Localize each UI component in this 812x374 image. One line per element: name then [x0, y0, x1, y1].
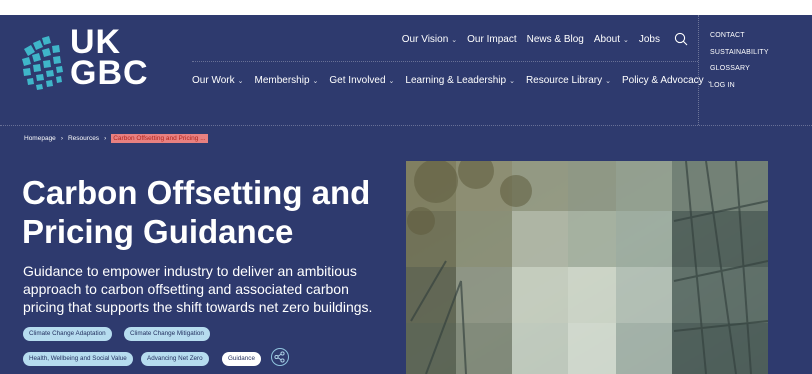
hero-image — [406, 161, 768, 374]
nav-label: Our Vision — [401, 33, 449, 45]
nav-jobs[interactable]: Jobs — [639, 34, 660, 45]
breadcrumb-homepage[interactable]: Homepage — [24, 135, 56, 142]
site-page: UK GBC Our Vision ⌄ Our Impact News & Blo… — [0, 15, 812, 374]
top-nav: Our Vision ⌄ Our Impact News & Blog About… — [402, 32, 688, 46]
breadcrumb: Homepage › Resources › Carbon Offsetting… — [24, 134, 208, 143]
page-title: Carbon Offsetting and Pricing Guidance — [22, 174, 371, 250]
logo-text: UK GBC — [70, 25, 149, 92]
chevron-right-icon: › — [104, 135, 107, 142]
chevron-right-icon: › — [60, 135, 63, 142]
main-nav: Our Work ⌄ Membership ⌄ Get Involved ⌄ Lear… — [192, 75, 713, 86]
chevron-down-icon: ⌄ — [451, 36, 458, 44]
nav-our-work[interactable]: Our Work ⌄ — [192, 75, 243, 86]
chevron-down-icon: ⌄ — [237, 78, 244, 85]
nav-label: Resource Library — [525, 75, 603, 86]
nav-label: About — [593, 33, 620, 45]
breadcrumb-current: Carbon Offsetting and Pricing ... — [111, 134, 208, 143]
nav-learning-leadership[interactable]: Learning & Leadership ⌄ — [405, 75, 515, 86]
ukgbc-logo[interactable]: UK GBC — [22, 25, 162, 97]
header-vertical-divider — [698, 15, 699, 125]
page-lead: Guidance to empower industry to deliver … — [23, 263, 373, 315]
chevron-down-icon: ⌄ — [312, 78, 319, 85]
tag-health-wellbeing[interactable]: Health, Wellbeing and Social Value — [23, 352, 133, 366]
nav-resource-library[interactable]: Resource Library ⌄ — [526, 75, 611, 86]
share-icon — [274, 351, 285, 363]
nav-membership[interactable]: Membership ⌄ — [254, 75, 318, 86]
nav-label: Learning & Leadership — [405, 75, 507, 86]
nav-label: Policy & Advocacy — [621, 75, 704, 86]
nav-label: Get Involved — [329, 75, 386, 86]
logo-mark-icon — [22, 36, 63, 90]
chevron-down-icon: ⌄ — [623, 36, 629, 44]
breadcrumb-resources[interactable]: Resources — [68, 135, 99, 142]
nav-about[interactable]: About ⌄ — [594, 34, 629, 45]
link-log-in[interactable]: LOG IN — [710, 78, 769, 95]
tag-climate-change-mitigation[interactable]: Climate Change Mitigation — [124, 327, 210, 341]
nav-news-blog[interactable]: News & Blog — [527, 34, 584, 45]
nav-our-vision[interactable]: Our Vision ⌄ — [402, 34, 457, 45]
nav-our-impact[interactable]: Our Impact — [467, 34, 516, 45]
share-button[interactable] — [271, 348, 289, 366]
tag-advancing-net-zero[interactable]: Advancing Net Zero — [141, 352, 209, 366]
chevron-down-icon: ⌄ — [605, 78, 611, 85]
nav-divider — [192, 61, 698, 62]
nav-label: Membership — [254, 75, 310, 86]
search-icon[interactable] — [674, 32, 688, 46]
logo-line-gbc: GBC — [70, 54, 149, 92]
nav-get-involved[interactable]: Get Involved ⌄ — [329, 75, 394, 86]
tag-guidance[interactable]: Guidance — [222, 352, 261, 366]
header-bottom-divider — [0, 125, 812, 126]
link-glossary[interactable]: GLOSSARY — [710, 61, 769, 78]
utility-links: CONTACT SUSTAINABILITY GLOSSARY LOG IN — [710, 28, 769, 94]
link-sustainability[interactable]: SUSTAINABILITY — [710, 45, 769, 62]
nav-label: Our Work — [192, 75, 235, 86]
link-contact[interactable]: CONTACT — [710, 28, 769, 45]
chevron-down-icon: ⌄ — [388, 78, 395, 85]
tag-climate-change-adaptation[interactable]: Climate Change Adaptation — [23, 327, 112, 341]
chevron-down-icon: ⌄ — [509, 78, 515, 85]
